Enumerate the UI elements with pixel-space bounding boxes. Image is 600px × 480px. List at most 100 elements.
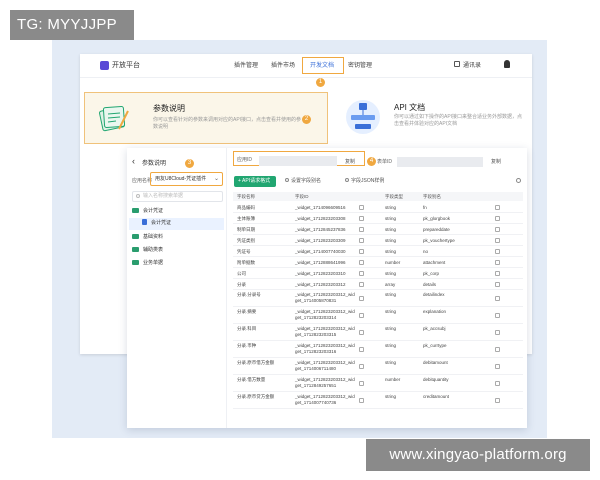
cell-field-alias: details	[423, 282, 437, 287]
copy-alias-icon[interactable]	[495, 397, 500, 403]
copy-id-icon[interactable]	[359, 248, 364, 254]
tree-item-business-docs[interactable]: 业务单据	[132, 258, 163, 269]
form-id-label: 表单ID	[377, 159, 393, 165]
copy-id-icon[interactable]	[359, 397, 364, 403]
cell-field-id: _widget_1712888641996	[295, 260, 346, 265]
cell-field-name: 分录.科目	[237, 326, 257, 331]
cell-field-name: 公司	[237, 271, 246, 276]
cell-field-name: 凭证类别	[237, 238, 255, 243]
folder-icon	[132, 208, 139, 213]
cell-field-alias: detailindex	[423, 292, 445, 297]
copy-alias-icon[interactable]	[495, 270, 500, 276]
copy-id-icon[interactable]	[359, 295, 364, 301]
param-docs-card[interactable]: 参数说明 你可以查看针对的参数来调用对应的API接口，点击查看并使用的参数说明 …	[84, 92, 328, 144]
settings-icon	[285, 178, 289, 182]
cell-field-type: string	[385, 309, 397, 314]
nav-key-management[interactable]: 密钥管理	[348, 60, 372, 69]
cell-field-id: _widget_1714007740030	[295, 249, 346, 254]
screenshot-frame: 开放平台 插件管理 插件市场 开发文档 密钥管理 通讯录 1 参数说明 你可以查…	[52, 40, 547, 438]
tab-field-alias[interactable]: 设置字段别名	[285, 176, 321, 187]
copy-app-id-button[interactable]: 复制	[345, 158, 355, 165]
tree-item-voucher[interactable]: 会计凭证	[142, 218, 171, 229]
brand-logo-icon	[100, 61, 109, 70]
table-row: 分录.摘要 _widget_1712823203312_widget_171282…	[233, 307, 523, 324]
copy-id-icon[interactable]	[359, 259, 364, 265]
copy-alias-icon[interactable]	[495, 312, 500, 318]
contacts-icon[interactable]	[454, 61, 460, 67]
nav-dev-docs[interactable]: 开发文档	[310, 60, 334, 69]
cell-field-alias: pk_accsubj	[423, 326, 446, 331]
cell-field-name: 分录.原币贷方金额	[237, 394, 275, 399]
copy-alias-icon[interactable]	[495, 226, 500, 232]
cell-field-alias: pk_vouchertype	[423, 238, 455, 243]
copy-alias-icon[interactable]	[495, 259, 500, 265]
tree-item-voucher-folder[interactable]: 会计凭证	[132, 206, 163, 217]
nav-contacts[interactable]: 通讯录	[463, 60, 481, 69]
cell-field-alias: explanation	[423, 309, 447, 314]
copy-alias-icon[interactable]	[495, 329, 500, 335]
copy-id-icon[interactable]	[359, 270, 364, 276]
user-icon[interactable]	[504, 60, 510, 68]
copy-alias-icon[interactable]	[495, 281, 500, 287]
cell-field-id: _widget_1712823203312	[295, 282, 346, 287]
copy-id-icon[interactable]	[359, 215, 364, 221]
cell-field-type: string	[385, 360, 397, 365]
table-row: 分录.借方数量 _widget_1712823203312_widget_1712…	[233, 375, 523, 392]
cell-field-alias: debitquantity	[423, 377, 449, 382]
cell-field-name: 分录.分录号	[237, 292, 261, 297]
table-row: 附单据数 _widget_1712888641996 number attachmen…	[233, 257, 523, 268]
app-name-label: 应用名称	[132, 178, 153, 184]
copy-id-icon[interactable]	[359, 237, 364, 243]
copy-alias-icon[interactable]	[495, 380, 500, 386]
tab-field-json[interactable]: 字段JSON样例	[345, 176, 384, 187]
copy-form-id-button[interactable]: 复制	[491, 158, 501, 165]
tab-api-format[interactable]: + API请求格式	[234, 176, 276, 187]
nav-plugin-market[interactable]: 插件市场	[271, 60, 295, 69]
form-id-value	[397, 157, 483, 167]
copy-alias-icon[interactable]	[495, 346, 500, 352]
copy-id-icon[interactable]	[359, 329, 364, 335]
copy-alias-icon[interactable]	[495, 204, 500, 210]
copy-alias-icon[interactable]	[495, 248, 500, 254]
cell-field-id: _widget_1712845237836	[295, 227, 346, 232]
tree-item-auxiliary[interactable]: 辅助类表	[132, 245, 163, 256]
cell-field-name: 主体账簿	[237, 216, 255, 221]
copy-id-icon[interactable]	[359, 204, 364, 210]
back-arrow-icon[interactable]: ‹	[132, 156, 135, 166]
copy-id-icon[interactable]	[359, 226, 364, 232]
cell-field-alias: attachment	[423, 260, 446, 265]
table-search-icon[interactable]	[516, 178, 521, 183]
cell-field-type: number	[385, 377, 401, 382]
copy-id-icon[interactable]	[359, 312, 364, 318]
pane-title: 参数说明	[142, 161, 167, 167]
table-row: 分录.原币贷方金额 _widget_1712823203312_widget_17…	[233, 392, 523, 409]
copy-id-icon[interactable]	[359, 346, 364, 352]
cell-field-type: string	[385, 326, 397, 331]
cell-field-name: 制单日期	[237, 227, 255, 232]
copy-id-icon[interactable]	[359, 380, 364, 386]
watermark-top-left: TG: MYYJJPP	[10, 10, 134, 40]
nav-plugin-management[interactable]: 插件管理	[234, 60, 258, 69]
api-docs-card[interactable]: API 文档 你可以通过如下操作的API接口来整合适业务外部数据，点击查看并体验…	[338, 94, 528, 142]
header-field-name: 字段名称	[237, 194, 255, 199]
app-id-label: 应用ID	[237, 157, 253, 163]
step-badge-3: 3	[185, 159, 194, 168]
header-field-alias: 字段别名	[423, 194, 441, 199]
cell-field-id: _widget_1712823203309	[295, 238, 346, 243]
copy-alias-icon[interactable]	[495, 363, 500, 369]
cell-field-type: string	[385, 205, 397, 210]
copy-alias-icon[interactable]	[495, 215, 500, 221]
watermark-bottom-right: www.xingyao-platform.org	[366, 439, 590, 471]
step-badge-2: 2	[302, 115, 311, 124]
cell-field-type: array	[385, 282, 396, 287]
tree-item-basic-data[interactable]: 基础资料	[132, 232, 163, 243]
doc-search-placeholder: 输入名称搜索单据	[143, 193, 184, 199]
app-select[interactable]: 用友U8Cloud-凭证插件 ⌄	[150, 172, 223, 186]
doc-search-input[interactable]: 输入名称搜索单据	[132, 191, 223, 202]
cell-field-id: _widget_1712823203312_widget_17140058708…	[295, 292, 355, 303]
copy-alias-icon[interactable]	[495, 295, 500, 301]
copy-id-icon[interactable]	[359, 363, 364, 369]
copy-alias-icon[interactable]	[495, 237, 500, 243]
cell-field-id: _widget_1714096609516	[295, 205, 346, 210]
copy-id-icon[interactable]	[359, 281, 364, 287]
